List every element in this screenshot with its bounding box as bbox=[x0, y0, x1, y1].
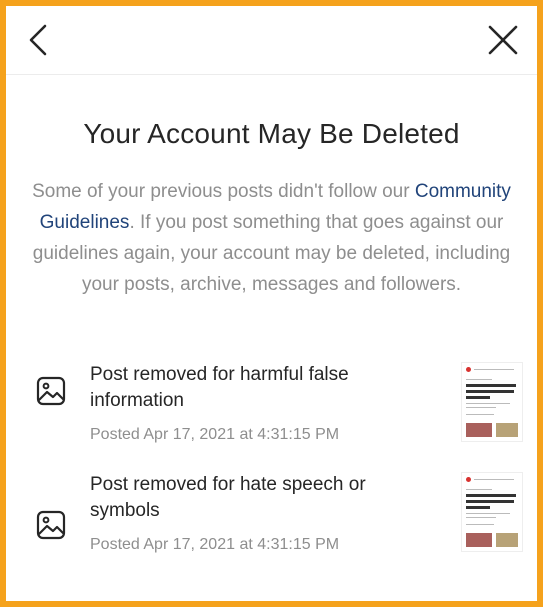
removed-post-item[interactable]: Post removed for harmful false informati… bbox=[6, 362, 537, 472]
thumbnail-text-line bbox=[474, 369, 514, 370]
thumbnail-headline bbox=[466, 390, 514, 393]
chevron-left-icon bbox=[29, 24, 47, 56]
back-button[interactable] bbox=[20, 20, 60, 60]
thumbnail-text-line bbox=[466, 403, 510, 404]
post-date: Posted Apr 17, 2021 at 4:31:15 PM bbox=[90, 536, 340, 553]
thumbnail-image bbox=[496, 423, 518, 437]
message-text-before: Some of your previous posts didn't follo… bbox=[32, 181, 415, 202]
post-removal-reason: Post removed for harmful false informati… bbox=[90, 364, 349, 411]
thumbnail-image bbox=[466, 423, 492, 437]
thumbnail-headline bbox=[466, 500, 514, 503]
thumbnail-text-line bbox=[474, 479, 514, 480]
thumbnail-text-line bbox=[466, 379, 492, 380]
close-button[interactable] bbox=[483, 20, 523, 60]
thumbnail-headline bbox=[466, 384, 516, 387]
thumbnail-text-line bbox=[466, 489, 492, 490]
thumbnail-text-line bbox=[466, 517, 496, 518]
top-bar bbox=[6, 6, 537, 75]
thumbnail-logo-mark bbox=[466, 367, 471, 372]
thumbnail-text-line bbox=[466, 524, 494, 525]
post-date: Posted Apr 17, 2021 at 4:31:15 PM bbox=[90, 426, 340, 443]
thumbnail-headline bbox=[466, 396, 490, 399]
thumbnail-text-line bbox=[466, 513, 510, 514]
thumbnail-image bbox=[466, 533, 492, 547]
thumbnail-text-line bbox=[466, 407, 496, 408]
removed-post-item[interactable]: Post removed for hate speech or symbols … bbox=[6, 472, 537, 582]
close-icon bbox=[488, 25, 518, 55]
post-removal-reason: Post removed for hate speech or symbols bbox=[90, 474, 366, 521]
image-icon bbox=[36, 376, 66, 406]
post-thumbnail[interactable] bbox=[461, 362, 523, 442]
warning-message: Some of your previous posts didn't follo… bbox=[32, 176, 511, 300]
page-title: Your Account May Be Deleted bbox=[83, 118, 460, 149]
post-thumbnail[interactable] bbox=[461, 472, 523, 552]
thumbnail-headline bbox=[466, 506, 490, 509]
thumbnail-text-line bbox=[466, 414, 494, 415]
image-icon bbox=[36, 510, 66, 540]
thumbnail-headline bbox=[466, 494, 516, 497]
thumbnail-image bbox=[496, 533, 518, 547]
thumbnail-logo-mark bbox=[466, 477, 471, 482]
app-frame: Your Account May Be Deleted Some of your… bbox=[0, 0, 543, 607]
